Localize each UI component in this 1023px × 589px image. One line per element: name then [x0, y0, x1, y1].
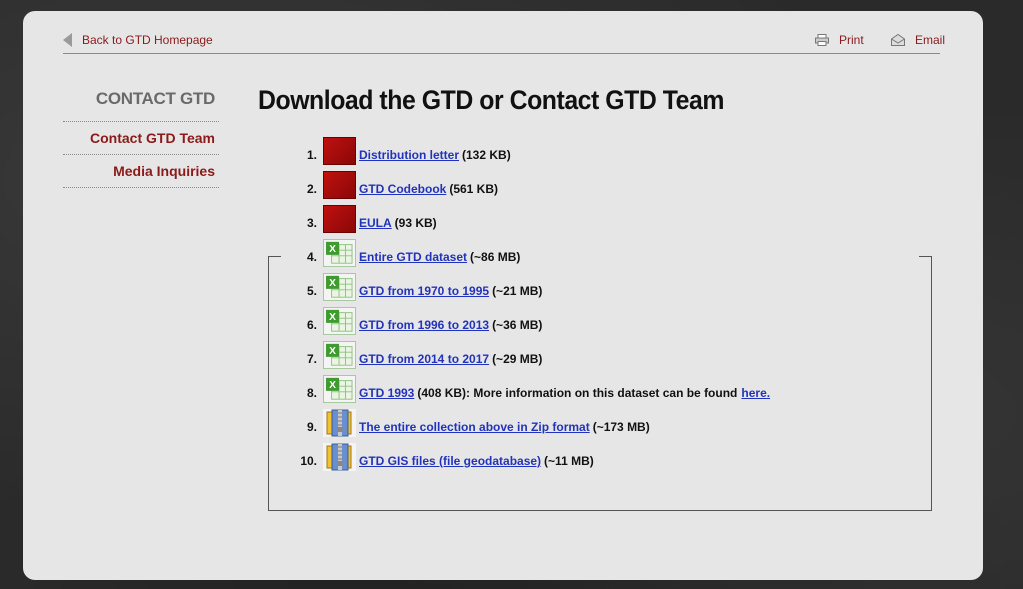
- print-button[interactable]: Print: [815, 33, 864, 47]
- pdf-icon[interactable]: [323, 137, 356, 165]
- file-size: (~86 MB): [470, 250, 521, 264]
- download-link[interactable]: GTD GIS files (file geodatabase): [359, 454, 541, 468]
- page-title: Download the GTD or Contact GTD Team: [258, 85, 724, 115]
- item-number: 9.: [306, 420, 317, 434]
- sidebar: CONTACT GTD Contact GTD Team Media Inqui…: [63, 89, 219, 188]
- svg-text:X: X: [329, 244, 336, 255]
- file-size: (561 KB): [449, 182, 499, 196]
- item-number: 2.: [306, 182, 317, 196]
- download-link[interactable]: GTD from 1970 to 1995: [359, 284, 489, 298]
- download-link[interactable]: GTD 1993: [359, 386, 414, 400]
- item-number: 4.: [306, 250, 317, 264]
- envelope-icon: [891, 34, 905, 46]
- list-item: 5. X GTD from 1970 to 1995 (~21 MB): [293, 273, 770, 308]
- zip-icon[interactable]: [323, 443, 356, 471]
- file-size: (~21 MB): [492, 284, 543, 298]
- list-item: 2. GTD Codebook (561 KB): [293, 171, 770, 206]
- file-size: (408 KB): More information on this datas…: [417, 386, 738, 400]
- svg-text:X: X: [329, 278, 336, 289]
- file-size: (93 KB): [394, 216, 437, 230]
- list-item: 9. The entire collection above in Zip fo…: [293, 409, 770, 444]
- excel-icon[interactable]: X: [323, 341, 356, 369]
- back-to-homepage-link[interactable]: Back to GTD Homepage: [63, 33, 213, 47]
- item-number: 8.: [306, 386, 317, 400]
- svg-text:X: X: [329, 312, 336, 323]
- item-number: 6.: [306, 318, 317, 332]
- download-link[interactable]: GTD Codebook: [359, 182, 446, 196]
- file-size: (~11 MB): [544, 454, 594, 468]
- top-bar: Back to GTD Homepage Print Email: [63, 31, 945, 54]
- download-list: 1. Distribution letter (132 KB) 2. GTD C…: [293, 137, 770, 478]
- excel-icon[interactable]: X: [323, 273, 356, 301]
- more-info-link[interactable]: here.: [741, 386, 770, 400]
- excel-icon[interactable]: X: [323, 307, 356, 335]
- item-number: 10.: [300, 454, 317, 468]
- print-label: Print: [839, 33, 864, 47]
- svg-text:X: X: [329, 346, 336, 357]
- item-number: 3.: [306, 216, 317, 230]
- file-size: (~36 MB): [492, 318, 543, 332]
- list-item: 8. X GTD 1993 (408 KB): More information…: [293, 375, 770, 410]
- content-panel: Back to GTD Homepage Print Email CONTACT…: [23, 11, 983, 580]
- download-link[interactable]: EULA: [359, 216, 392, 230]
- download-link[interactable]: The entire collection above in Zip forma…: [359, 420, 590, 434]
- list-item: 4. X Entire GTD dataset (~86 MB): [293, 239, 770, 274]
- sidebar-item-contact-gtd-team[interactable]: Contact GTD Team: [63, 122, 219, 155]
- file-size: (~29 MB): [492, 352, 543, 366]
- pdf-icon[interactable]: [323, 205, 356, 233]
- download-link[interactable]: Entire GTD dataset: [359, 250, 467, 264]
- item-number: 1.: [306, 148, 317, 162]
- excel-icon[interactable]: X: [323, 239, 356, 267]
- zip-icon[interactable]: [323, 409, 356, 437]
- svg-text:X: X: [329, 380, 336, 391]
- download-link[interactable]: GTD from 1996 to 2013: [359, 318, 489, 332]
- list-item: 7. X GTD from 2014 to 2017 (~29 MB): [293, 341, 770, 376]
- back-arrow-icon: [63, 33, 72, 47]
- list-item: 3. EULA (93 KB): [293, 205, 770, 240]
- item-number: 7.: [306, 352, 317, 366]
- pdf-icon[interactable]: [323, 171, 356, 199]
- file-size: (~173 MB): [592, 420, 650, 434]
- back-link-label: Back to GTD Homepage: [82, 33, 213, 47]
- email-label: Email: [915, 33, 946, 47]
- email-button[interactable]: Email: [891, 33, 945, 47]
- download-link[interactable]: GTD from 2014 to 2017: [359, 352, 489, 366]
- list-item: 10. GTD GIS files (file geodatabase) (~1…: [293, 443, 770, 478]
- item-number: 5.: [306, 284, 317, 298]
- sidebar-item-media-inquiries[interactable]: Media Inquiries: [63, 155, 219, 188]
- printer-icon: [815, 34, 829, 46]
- download-link[interactable]: Distribution letter: [359, 148, 459, 162]
- sidebar-title: CONTACT GTD: [63, 89, 219, 122]
- list-item: 6. X GTD from 1996 to 2013 (~36 MB): [293, 307, 770, 342]
- file-size: (132 KB): [462, 148, 511, 162]
- list-item: 1. Distribution letter (132 KB): [293, 137, 770, 172]
- excel-icon[interactable]: X: [323, 375, 356, 403]
